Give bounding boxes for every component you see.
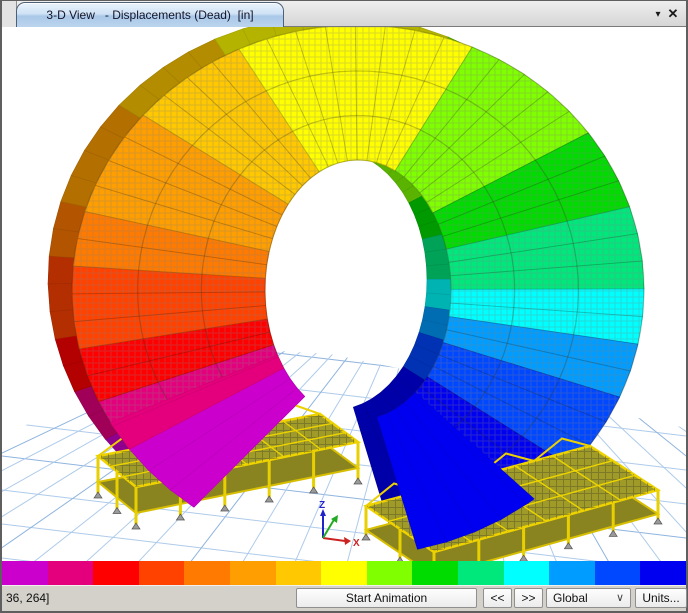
sap2000-view-window: 3-D View - Displacements (Dead) [in] ▾ ✕… <box>0 0 688 613</box>
step-back-button[interactable]: << <box>483 588 512 608</box>
legend-color-cell <box>276 561 322 585</box>
close-icon[interactable]: ✕ <box>665 1 681 27</box>
z-axis-label: Z <box>319 500 325 511</box>
legend-color-cell <box>321 561 367 585</box>
legend-color-cell <box>48 561 94 585</box>
legend-color-cell <box>230 561 276 585</box>
cursor-coordinates: 36, 264] <box>4 585 49 611</box>
titlebar-corner-box <box>2 1 17 27</box>
legend-color-cell <box>595 561 641 585</box>
chevron-down-icon: ∨ <box>616 591 624 604</box>
legend-color-cell <box>640 561 686 585</box>
3d-scene-svg: ZX <box>2 27 686 561</box>
step-forward-button[interactable]: >> <box>514 588 543 608</box>
legend-color-cell <box>412 561 458 585</box>
view-tab-title: 3-D View - Displacements (Dead) [in] <box>46 8 253 22</box>
status-bar: 36, 264] Start Animation << >> Global ∨ … <box>2 585 686 611</box>
start-animation-button[interactable]: Start Animation <box>296 588 477 608</box>
legend-color-cell <box>93 561 139 585</box>
window-titlebar: 3-D View - Displacements (Dead) [in] ▾ ✕ <box>2 1 686 27</box>
legend-color-cell <box>458 561 504 585</box>
coordinate-system-dropdown[interactable]: Global ∨ <box>546 588 631 608</box>
legend-color-cell <box>184 561 230 585</box>
legend-color-cell <box>504 561 550 585</box>
legend-color-cell <box>367 561 413 585</box>
3d-view[interactable]: ZX <box>2 27 686 561</box>
units-button[interactable]: Units... <box>635 588 687 608</box>
legend-color-cell <box>139 561 185 585</box>
axes-triad: ZX <box>319 500 360 549</box>
legend-color-cell <box>2 561 48 585</box>
x-axis-label: X <box>353 538 360 549</box>
window-menu-arrow-icon[interactable]: ▾ <box>650 1 666 27</box>
view-tab[interactable]: 3-D View - Displacements (Dead) [in] <box>16 2 284 27</box>
legend-color-cell <box>549 561 595 585</box>
displacement-legend-colorbar <box>2 561 686 585</box>
